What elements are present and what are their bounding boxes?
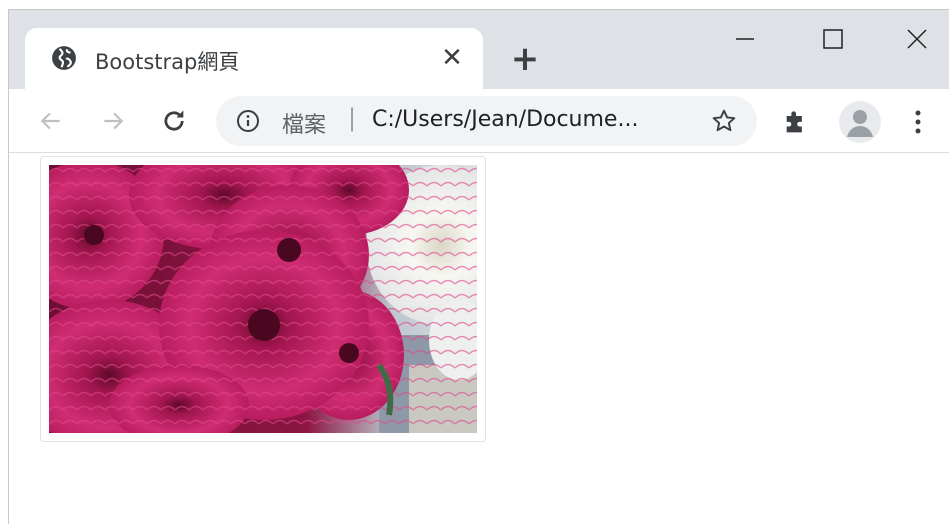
image-thumbnail xyxy=(40,156,486,442)
reload-button[interactable] xyxy=(154,101,194,141)
title-bar: Bootstrap網頁 ✕ + xyxy=(9,10,949,89)
url-separator: | xyxy=(348,104,357,132)
minimize-button[interactable] xyxy=(721,20,769,58)
page-content xyxy=(9,154,949,524)
tab-title: Bootstrap網頁 xyxy=(95,50,240,74)
forward-arrow-icon xyxy=(104,112,124,130)
maximize-button[interactable] xyxy=(809,20,857,58)
close-icon xyxy=(907,29,927,49)
forward-button[interactable] xyxy=(93,101,133,141)
browser-toolbar: 檔案 | C:/Users/Jean/Docume... xyxy=(9,89,949,153)
url-text[interactable]: C:/Users/Jean/Docume... xyxy=(372,107,638,132)
profile-avatar[interactable] xyxy=(839,101,881,143)
tab-active[interactable]: Bootstrap網頁 ✕ xyxy=(25,28,483,89)
back-arrow-icon xyxy=(40,112,60,130)
kebab-menu-icon[interactable] xyxy=(906,107,930,137)
flower-photo xyxy=(49,165,477,433)
back-button[interactable] xyxy=(31,101,71,141)
tab-close-button[interactable]: ✕ xyxy=(435,41,469,75)
reload-icon xyxy=(164,110,184,131)
info-icon[interactable] xyxy=(236,109,260,133)
browser-window: Bootstrap網頁 ✕ + 檔案 | C:/Users/Jean/Docum… xyxy=(8,9,949,524)
globe-icon xyxy=(52,46,76,70)
address-bar[interactable]: 檔案 | C:/Users/Jean/Docume... xyxy=(216,96,757,146)
star-icon[interactable] xyxy=(711,108,737,134)
window-close-button[interactable] xyxy=(893,20,941,58)
puzzle-icon[interactable] xyxy=(782,109,810,137)
new-tab-button[interactable]: + xyxy=(505,39,545,79)
minimize-icon xyxy=(736,38,754,40)
avatar-icon xyxy=(847,110,873,137)
scheme-label: 檔案 xyxy=(282,113,327,138)
maximize-icon xyxy=(823,29,843,49)
